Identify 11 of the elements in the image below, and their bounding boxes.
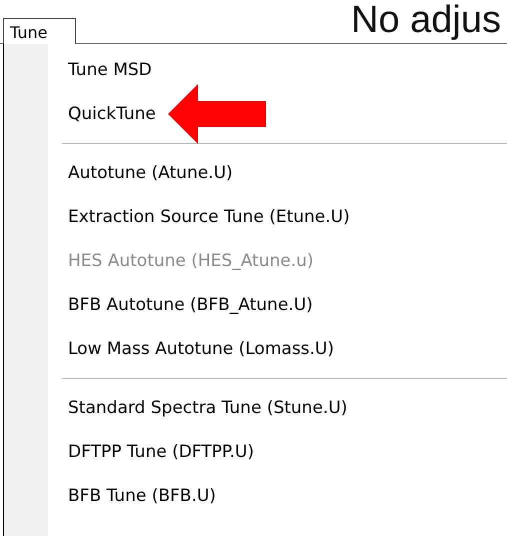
- menu-item[interactable]: DFTPP Tune (DFTPP.U): [68, 438, 254, 466]
- menu-item[interactable]: BFB Tune (BFB.U): [68, 482, 216, 510]
- menu-item[interactable]: BFB Autotune (BFB_Atune.U): [68, 291, 313, 319]
- menu-item[interactable]: QuickTune: [68, 100, 156, 128]
- caption-text: No adjus: [351, 0, 502, 40]
- menu-tab[interactable]: Tune: [3, 18, 76, 44]
- menu-item[interactable]: Low Mass Autotune (Lomass.U): [68, 335, 334, 363]
- menu-item[interactable]: Extraction Source Tune (Etune.U): [68, 203, 350, 231]
- menu-item[interactable]: Standard Spectra Tune (Stune.U): [68, 394, 348, 422]
- menu-item[interactable]: Autotune (Atune.U): [68, 159, 233, 187]
- menu-item[interactable]: Tune MSD: [68, 56, 152, 84]
